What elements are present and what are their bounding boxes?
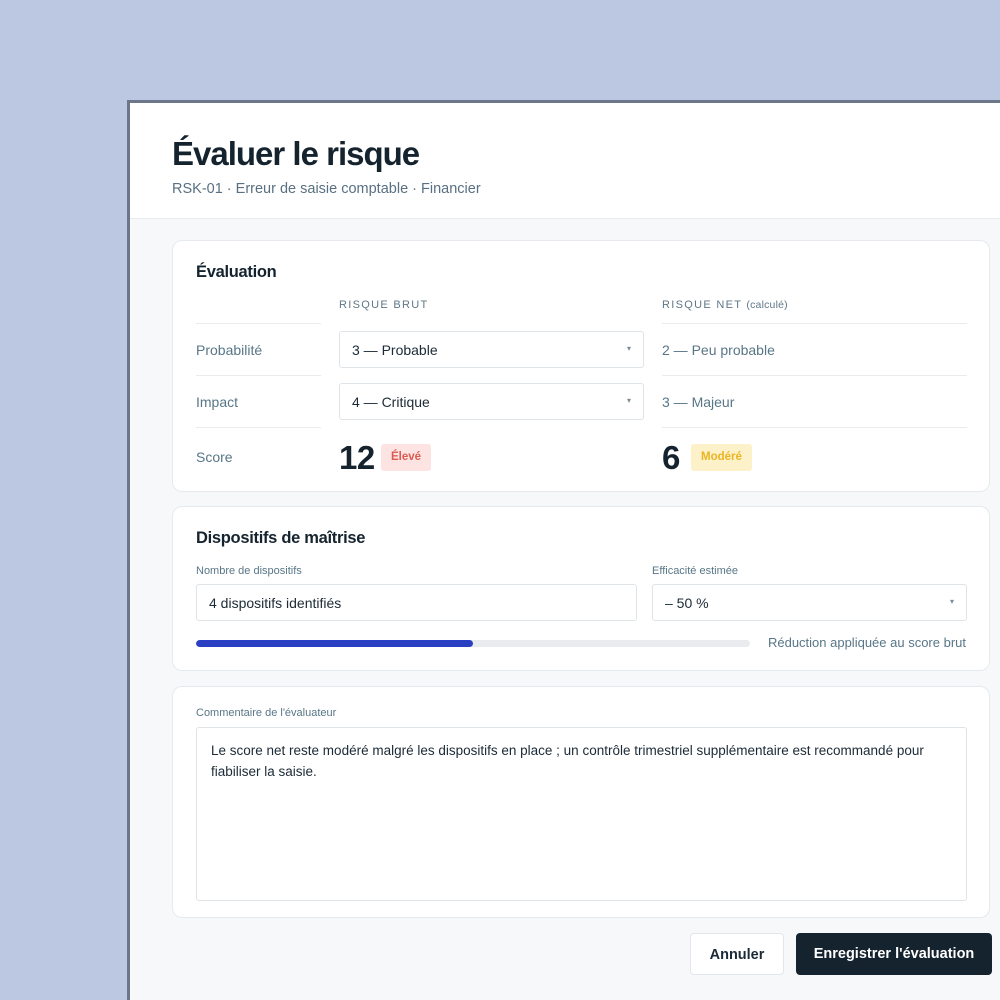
controls-count-label: Nombre de dispositifs	[196, 565, 302, 577]
dialog-header: Évaluer le risque RSK-01 · Erreur de sai…	[130, 103, 1000, 219]
chevron-down-icon: ▾	[626, 344, 631, 353]
efficiency-select[interactable]: – 50 % ▾	[652, 584, 967, 621]
divider	[196, 427, 321, 428]
gross-impact-select[interactable]: 4 — Critique ▾	[339, 383, 644, 420]
gross-risk-column-header: RISQUE BRUT	[339, 299, 429, 311]
net-score-badge: Modéré	[691, 444, 752, 471]
cancel-button[interactable]: Annuler	[690, 933, 784, 975]
divider	[196, 323, 321, 324]
controls-count-value: 4 dispositifs identifiés	[209, 595, 342, 611]
efficiency-label: Efficacité estimée	[652, 565, 739, 577]
chevron-down-icon: ▾	[949, 597, 954, 606]
reduction-note: Réduction appliquée au score brut	[767, 635, 966, 650]
divider	[196, 375, 321, 376]
page-subtitle: RSK-01 · Erreur de saisie comptable · Fi…	[172, 181, 481, 197]
score-label: Score	[196, 449, 233, 465]
net-risk-column-header: RISQUE NET (calculé)	[662, 299, 788, 311]
controls-card: Dispositifs de maîtrise Nombre de dispos…	[172, 506, 990, 671]
efficiency-value: – 50 %	[665, 595, 709, 611]
net-probability-value: 2 — Peu probable	[662, 342, 775, 358]
controls-card-title: Dispositifs de maîtrise	[196, 529, 366, 547]
evaluation-card: Évaluation RISQUE BRUT RISQUE NET (calcu…	[172, 240, 990, 492]
controls-count-field[interactable]: 4 dispositifs identifiés	[196, 584, 637, 621]
page-title: Évaluer le risque	[172, 135, 420, 172]
chevron-down-icon: ▾	[626, 396, 631, 405]
net-risk-calculated-note: (calculé)	[746, 299, 788, 311]
gross-score-badge: Élevé	[381, 444, 432, 471]
gross-score-value: 12	[339, 439, 375, 476]
gross-impact-value: 4 — Critique	[352, 394, 430, 410]
divider	[662, 427, 967, 428]
impact-label: Impact	[196, 394, 239, 410]
net-score-value: 6	[662, 439, 680, 476]
evaluation-dialog: Évaluer le risque RSK-01 · Erreur de sai…	[127, 100, 1000, 1000]
probability-label: Probabilité	[196, 342, 263, 358]
comment-card: Commentaire de l'évaluateur Le score net…	[172, 686, 990, 918]
gross-probability-select[interactable]: 3 — Probable ▾	[339, 331, 644, 368]
comment-textarea[interactable]: Le score net reste modéré malgré les dis…	[196, 727, 967, 901]
evaluation-card-title: Évaluation	[196, 263, 277, 281]
gross-probability-value: 3 — Probable	[352, 342, 438, 358]
reduction-progress-fill	[196, 640, 473, 647]
divider	[662, 323, 967, 324]
reduction-progress-bar	[196, 640, 750, 647]
save-evaluation-button[interactable]: Enregistrer l'évaluation	[796, 933, 992, 975]
net-impact-value: 3 — Majeur	[662, 394, 735, 410]
comment-label: Commentaire de l'évaluateur	[196, 707, 337, 719]
divider	[662, 375, 967, 376]
